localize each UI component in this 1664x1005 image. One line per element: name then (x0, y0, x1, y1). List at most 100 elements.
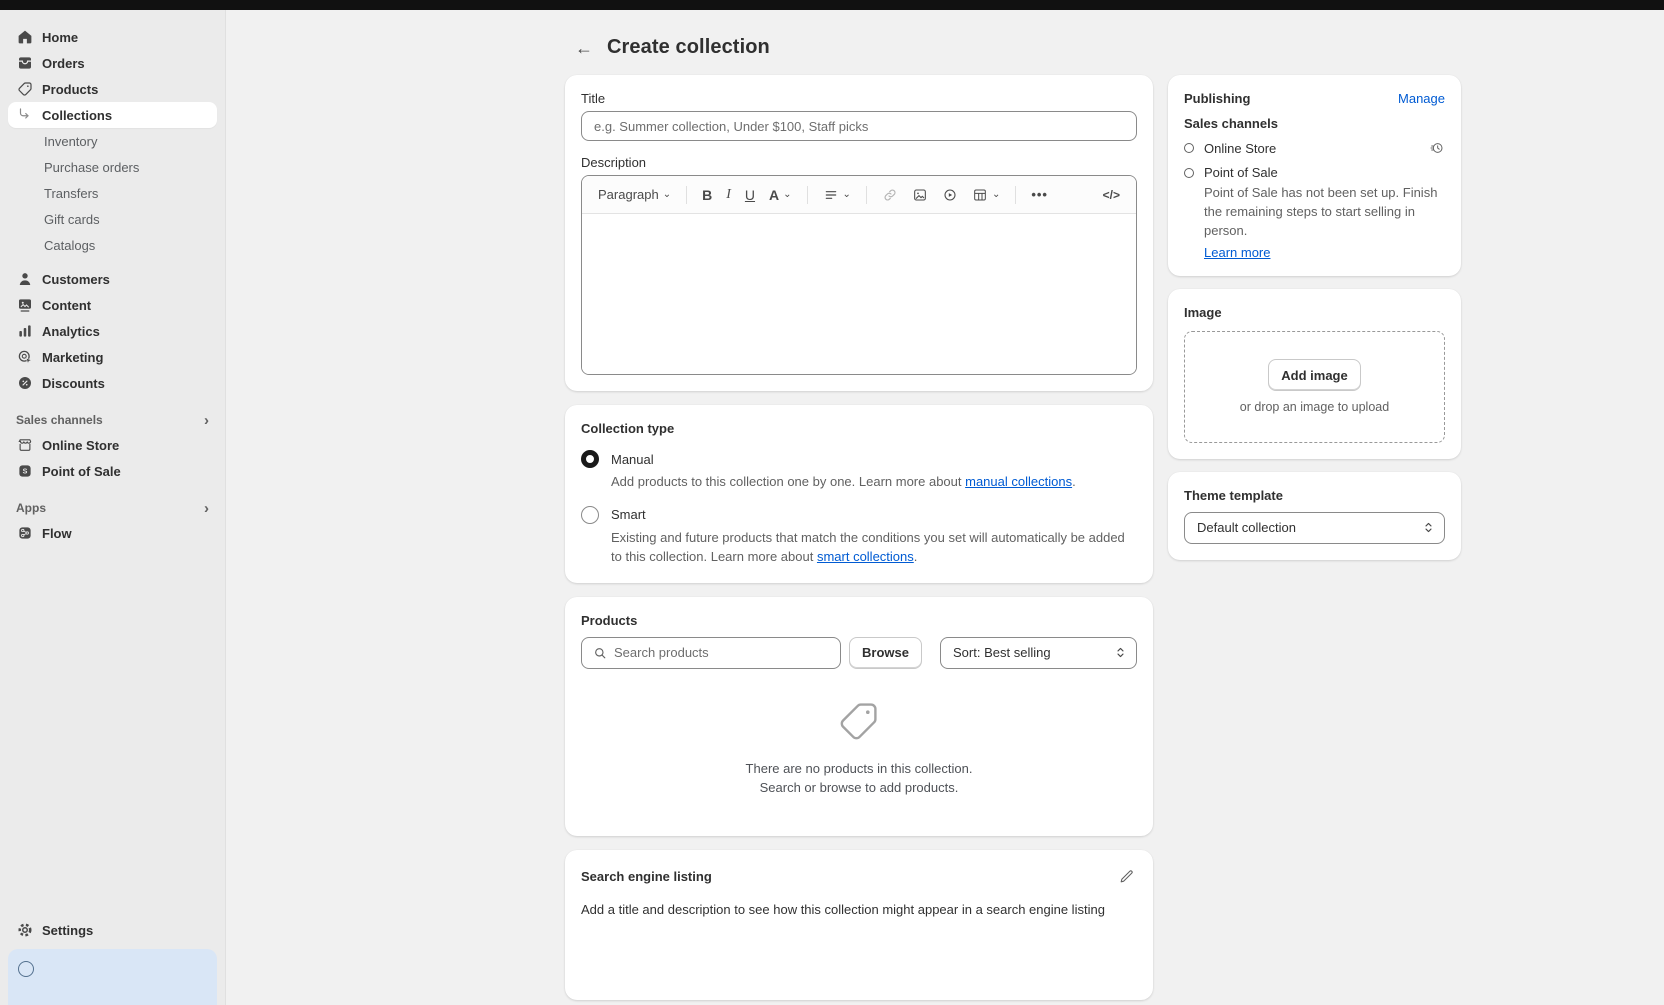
schedule-clock-icon[interactable] (1429, 140, 1445, 156)
text-color-dropdown[interactable]: A ⌄ (763, 183, 798, 207)
product-search (581, 637, 841, 669)
description-textarea[interactable] (582, 214, 1136, 374)
insert-image-button[interactable] (906, 183, 934, 207)
more-options-button[interactable]: ••• (1025, 183, 1054, 206)
products-card: Products Browse Sort: Best selling (565, 597, 1153, 836)
channel-radio[interactable] (1184, 143, 1194, 153)
chevron-down-icon: ⌄ (843, 189, 851, 200)
manual-collections-link[interactable]: manual collections (965, 474, 1072, 489)
sidebar-item-flow[interactable]: Flow (8, 520, 217, 546)
insert-table-dropdown[interactable]: ⌄ (966, 183, 1006, 207)
sidebar-item-analytics[interactable]: Analytics (8, 318, 217, 344)
sidebar-item-label: Flow (42, 526, 72, 541)
channel-label: Online Store (1204, 141, 1419, 156)
sidebar-item-label: Purchase orders (44, 160, 139, 175)
tag-icon (16, 80, 34, 98)
sidebar-item-transfers[interactable]: Transfers (8, 180, 217, 206)
sidebar-item-marketing[interactable]: Marketing (8, 344, 217, 370)
discount-badge-icon (16, 374, 34, 392)
manage-link[interactable]: Manage (1398, 91, 1445, 106)
manual-radio-row[interactable]: Manual (581, 450, 1137, 468)
browse-button[interactable]: Browse (849, 637, 922, 669)
bold-button[interactable]: B (696, 183, 718, 207)
back-button[interactable]: ← (571, 37, 597, 59)
sidebar-item-online-store[interactable]: Online Store (8, 432, 217, 458)
channel-radio[interactable] (1184, 168, 1194, 178)
add-image-button[interactable]: Add image (1268, 359, 1360, 391)
chevron-down-icon: ⌄ (663, 189, 671, 200)
sidebar-item-discounts[interactable]: Discounts (8, 370, 217, 396)
sidebar-item-purchase-orders[interactable]: Purchase orders (8, 154, 217, 180)
chevron-right-icon: › (204, 413, 209, 428)
empty-state-text: There are no products in this collection… (746, 759, 973, 798)
manual-radio[interactable] (581, 450, 599, 468)
page-title: Create collection (607, 36, 770, 59)
sidebar-item-customers[interactable]: Customers (8, 266, 217, 292)
sidebar-item-label: Gift cards (44, 212, 100, 227)
search-products-input[interactable] (614, 645, 830, 660)
underline-button[interactable]: U (739, 183, 761, 207)
sidebar-item-label: Settings (42, 923, 93, 938)
circle-icon (18, 961, 34, 977)
sidebar-item-settings[interactable]: Settings (8, 917, 217, 943)
sidebar-item-orders[interactable]: Orders (8, 50, 217, 76)
flow-icon (16, 524, 34, 542)
image-card: Image Add image or drop an image to uplo… (1168, 289, 1461, 459)
sort-selected: Best selling (984, 645, 1050, 660)
pos-setup-note: Point of Sale has not been set up. Finis… (1204, 184, 1445, 241)
products-empty-state: There are no products in this collection… (581, 669, 1137, 820)
sidebar-nav: Home Orders Products Collections (0, 24, 225, 1005)
edit-seo-button[interactable] (1116, 866, 1137, 887)
bar-chart-icon (16, 322, 34, 340)
image-dropzone[interactable]: Add image or drop an image to upload (1184, 331, 1445, 443)
alignment-dropdown[interactable]: ⌄ (817, 183, 857, 207)
gear-icon (16, 921, 34, 939)
link-icon (882, 187, 898, 203)
theme-template-card: Theme template Default collection (1168, 472, 1461, 560)
manual-description: Add products to this collection one by o… (611, 473, 1137, 492)
sidebar-item-collections[interactable]: Collections (8, 102, 217, 128)
empty-line-1: There are no products in this collection… (746, 759, 973, 779)
sales-channels-header[interactable]: Sales channels › (8, 408, 217, 432)
sidebar-item-point-of-sale[interactable]: S Point of Sale (8, 458, 217, 484)
sidebar-item-label: Customers (42, 272, 110, 287)
theme-template-select[interactable]: Default collection (1184, 512, 1445, 544)
sidebar-bottom-callout[interactable] (8, 949, 217, 1005)
sidebar-item-label: Content (42, 298, 91, 313)
apps-header[interactable]: Apps › (8, 496, 217, 520)
title-label: Title (581, 91, 1137, 106)
code-view-button[interactable]: </> (1097, 184, 1126, 206)
sidebar-item-inventory[interactable]: Inventory (8, 128, 217, 154)
publishing-heading: Publishing (1184, 91, 1250, 106)
seo-description: Add a title and description to see how t… (581, 902, 1137, 917)
sort-prefix: Sort: (953, 645, 980, 660)
smart-label: Smart (611, 507, 646, 522)
smart-radio[interactable] (581, 506, 599, 524)
insert-video-button[interactable] (936, 183, 964, 207)
theme-template-heading: Theme template (1184, 488, 1445, 503)
italic-button[interactable]: I (720, 183, 737, 207)
link-button[interactable] (876, 183, 904, 207)
title-input[interactable] (581, 111, 1137, 141)
period: . (1072, 474, 1076, 489)
toolbar-divider (866, 186, 867, 204)
page-header: ← Create collection (565, 36, 1461, 59)
sidebar-item-content[interactable]: Content (8, 292, 217, 318)
home-icon (16, 28, 34, 46)
smart-collections-link[interactable]: smart collections (817, 549, 914, 564)
smart-radio-row[interactable]: Smart (581, 506, 1137, 524)
title-description-card: Title Description Paragraph ⌄ B (565, 75, 1153, 391)
sidebar-item-label: Collections (42, 108, 112, 123)
sidebar-item-catalogs[interactable]: Catalogs (8, 232, 217, 258)
sidebar-item-products[interactable]: Products (8, 76, 217, 102)
toolbar-divider (1015, 186, 1016, 204)
learn-more-link[interactable]: Learn more (1204, 245, 1270, 260)
image-heading: Image (1184, 305, 1445, 320)
empty-line-2: Search or browse to add products. (746, 778, 973, 798)
sidebar-item-gift-cards[interactable]: Gift cards (8, 206, 217, 232)
table-icon (972, 187, 988, 203)
sidebar-item-home[interactable]: Home (8, 24, 217, 50)
sort-select[interactable]: Sort: Best selling (940, 637, 1137, 669)
elbow-arrow-icon (16, 106, 34, 124)
paragraph-style-dropdown[interactable]: Paragraph ⌄ (592, 183, 677, 206)
